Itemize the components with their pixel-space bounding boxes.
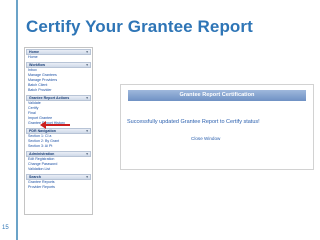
certification-header: Grantee Report Certification bbox=[128, 90, 306, 101]
nav-header-label: Workflow bbox=[29, 63, 46, 67]
slide-number: 15 bbox=[2, 225, 9, 231]
slide-left-band bbox=[0, 0, 16, 240]
nav-header-label: Search bbox=[29, 175, 41, 179]
nav-header-home[interactable]: Home ▾ bbox=[26, 49, 91, 55]
nav-header-pdr-navigation[interactable]: PDR Navigation ▾ bbox=[26, 128, 91, 134]
nav-header-search[interactable]: Search ▾ bbox=[26, 174, 91, 180]
nav-header-workflow[interactable]: Workflow ▾ bbox=[26, 62, 91, 68]
arrow-pointer-icon bbox=[40, 121, 70, 129]
chevron-down-icon: ▾ bbox=[86, 63, 88, 67]
nav-item-provider-reports[interactable]: Provider Reports bbox=[25, 185, 92, 190]
certification-panel: Grantee Report Certification Successfull… bbox=[120, 84, 314, 170]
close-window-link[interactable]: Close Window bbox=[191, 136, 220, 141]
slide-title: Certify Your Grantee Report bbox=[26, 17, 253, 36]
navigation-sidebar: Home ▾ Home Workflow ▾ Inbox Manage Gran… bbox=[24, 47, 93, 215]
nav-header-grantee-report-actions[interactable]: Grantee Report Actions ▾ bbox=[26, 95, 91, 101]
nav-header-label: Administration bbox=[29, 152, 55, 156]
chevron-down-icon: ▾ bbox=[86, 129, 88, 133]
slide-left-rule bbox=[16, 0, 18, 240]
certification-success-message: Successfully updated Grantee Report to C… bbox=[127, 119, 260, 125]
nav-header-label: Grantee Report Actions bbox=[29, 96, 70, 100]
nav-header-label: PDR Navigation bbox=[29, 129, 56, 133]
chevron-down-icon: ▾ bbox=[86, 50, 88, 54]
nav-header-label: Home bbox=[29, 50, 39, 54]
chevron-down-icon: ▾ bbox=[86, 96, 88, 100]
chevron-down-icon: ▾ bbox=[86, 152, 88, 156]
nav-header-administration[interactable]: Administration ▾ bbox=[26, 151, 91, 157]
chevron-down-icon: ▾ bbox=[86, 175, 88, 179]
